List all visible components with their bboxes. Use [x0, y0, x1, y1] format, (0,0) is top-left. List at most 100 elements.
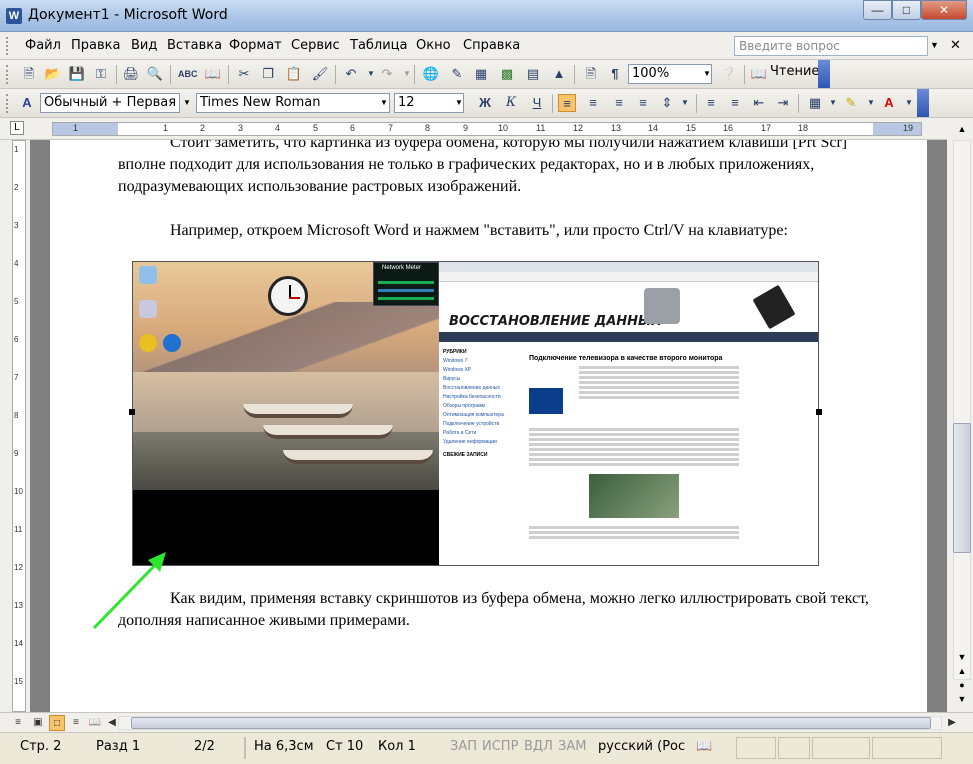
horizontal-ruler[interactable]: 1 1 2 3 4 5 6 7 8 9 10 11 12 13 14 15 16…: [52, 122, 922, 136]
document-map-icon[interactable]: 🖹: [582, 65, 600, 83]
spelling-status-icon[interactable]: 📖: [696, 739, 712, 754]
cut-icon[interactable]: ✂: [235, 65, 253, 83]
toolbar-options-icon[interactable]: [917, 89, 929, 117]
scroll-track[interactable]: [953, 140, 971, 680]
status-section[interactable]: Разд 1: [96, 739, 140, 754]
numbering-icon[interactable]: ≡: [702, 94, 720, 112]
scroll-down-icon[interactable]: ▼: [955, 650, 969, 664]
bold-button[interactable]: Ж: [476, 94, 494, 112]
show-formatting-icon[interactable]: ¶: [606, 65, 624, 83]
status-ovr[interactable]: ЗАМ: [558, 739, 586, 754]
paragraph-1[interactable]: Стоит заметить, что картинка из буфера о…: [118, 140, 868, 198]
resize-handle[interactable]: [816, 409, 822, 415]
save-icon[interactable]: 💾: [68, 65, 86, 83]
bullets-icon[interactable]: ≡: [726, 94, 744, 112]
help-search-input[interactable]: Введите вопрос: [734, 36, 928, 56]
status-pages[interactable]: 2/2: [194, 739, 215, 754]
toolbar-grip[interactable]: [6, 94, 9, 113]
word-app-icon[interactable]: W: [6, 8, 22, 24]
document-page[interactable]: Стоит заметить, что картинка из буфера о…: [50, 140, 927, 712]
close-button[interactable]: ✕: [921, 0, 967, 20]
style-dropdown-icon[interactable]: ▼: [180, 93, 194, 113]
help-dropdown-icon[interactable]: ▼: [930, 40, 939, 50]
menu-table[interactable]: Таблица: [350, 38, 408, 53]
status-trk[interactable]: ИСПР: [482, 739, 518, 754]
style-select[interactable]: Обычный + Первая ст: [40, 93, 180, 113]
font-color-dropdown-icon[interactable]: ▼: [900, 94, 918, 112]
menu-tools[interactable]: Сервис: [291, 38, 340, 53]
status-page[interactable]: Стр. 2: [20, 739, 61, 754]
format-painter-icon[interactable]: 🖌: [311, 65, 329, 83]
vertical-scrollbar[interactable]: ▲ ▼ ▲ ● ▼: [947, 118, 973, 712]
reading-mode-button[interactable]: Чтение: [770, 64, 819, 79]
horizontal-scroll-thumb[interactable]: [131, 717, 931, 729]
web-layout-icon[interactable]: ▣: [30, 715, 46, 731]
menu-file[interactable]: Файл: [25, 38, 61, 53]
document-close-icon[interactable]: ✕: [950, 37, 961, 53]
spelling-icon[interactable]: ABC: [178, 65, 198, 83]
underline-button[interactable]: Ч: [528, 94, 546, 112]
minimize-button[interactable]: —: [863, 0, 892, 20]
browse-object-icon[interactable]: ●: [955, 678, 969, 692]
align-center-icon[interactable]: ≡: [584, 94, 602, 112]
scroll-up-icon[interactable]: ▲: [955, 122, 969, 136]
redo-icon[interactable]: ↷: [378, 65, 396, 83]
reading-layout-icon[interactable]: 📖: [750, 65, 768, 83]
status-rec[interactable]: ЗАП: [450, 739, 477, 754]
borders-dropdown-icon[interactable]: ▼: [824, 94, 842, 112]
paragraph-3[interactable]: Как видим, применяя вставку скриншотов и…: [118, 588, 878, 632]
tables-borders-icon[interactable]: ✎: [448, 65, 466, 83]
maximize-button[interactable]: □: [892, 0, 921, 20]
line-spacing-dropdown-icon[interactable]: ▼: [676, 94, 694, 112]
status-ext[interactable]: ВДЛ: [524, 739, 553, 754]
research-icon[interactable]: 📖: [204, 65, 222, 83]
next-page-icon[interactable]: ▼: [955, 692, 969, 706]
normal-view-icon[interactable]: ≡: [10, 715, 26, 731]
help-icon[interactable]: ❔: [720, 65, 738, 83]
status-column[interactable]: Кол 1: [378, 739, 416, 754]
menu-window[interactable]: Окно: [416, 38, 451, 53]
print-preview-icon[interactable]: 🔍: [146, 65, 164, 83]
menu-help[interactable]: Справка: [463, 38, 520, 53]
line-spacing-icon[interactable]: ⇕: [658, 94, 676, 112]
scroll-thumb[interactable]: [953, 423, 971, 553]
previous-page-icon[interactable]: ▲: [955, 664, 969, 678]
drawing-icon[interactable]: ▲: [550, 65, 568, 83]
status-position[interactable]: На 6,3см: [254, 739, 314, 754]
increase-indent-icon[interactable]: ⇥: [774, 94, 792, 112]
tab-selector-button[interactable]: L: [10, 121, 24, 135]
borders-icon[interactable]: ▦: [806, 94, 824, 112]
menu-edit[interactable]: Правка: [71, 38, 120, 53]
permission-icon[interactable]: ⚿: [92, 65, 110, 83]
font-select[interactable]: Times New Roman: [196, 93, 390, 113]
columns-icon[interactable]: ▤: [524, 65, 542, 83]
horizontal-scrollbar[interactable]: [118, 716, 942, 730]
menu-view[interactable]: Вид: [131, 38, 157, 53]
paste-icon[interactable]: 📋: [285, 65, 303, 83]
menu-format[interactable]: Формат: [229, 38, 282, 53]
insert-table-icon[interactable]: ▦: [472, 65, 490, 83]
status-line[interactable]: Ст 10: [326, 739, 363, 754]
new-document-icon[interactable]: 🗎: [20, 65, 38, 83]
print-icon[interactable]: 🖨: [122, 65, 140, 83]
highlight-dropdown-icon[interactable]: ▼: [862, 94, 880, 112]
align-right-icon[interactable]: ≡: [610, 94, 628, 112]
justify-icon[interactable]: ≡: [634, 94, 652, 112]
open-folder-icon[interactable]: 📂: [44, 65, 62, 83]
italic-button[interactable]: К: [502, 94, 520, 112]
paragraph-2[interactable]: Например, откроем Microsoft Word и нажме…: [118, 220, 878, 242]
menu-grip[interactable]: [6, 37, 9, 55]
hyperlink-icon[interactable]: 🌐: [422, 65, 440, 83]
toolbar-options-icon[interactable]: [818, 60, 830, 88]
reading-view-icon[interactable]: 📖: [87, 715, 103, 731]
font-dropdown-icon[interactable]: ▼: [377, 93, 391, 113]
decrease-indent-icon[interactable]: ⇤: [750, 94, 768, 112]
highlight-icon[interactable]: ✎: [842, 94, 860, 112]
insert-excel-icon[interactable]: ▩: [498, 65, 516, 83]
resize-handle[interactable]: [129, 409, 135, 415]
font-size-dropdown-icon[interactable]: ▼: [452, 93, 466, 113]
toolbar-grip[interactable]: [6, 65, 9, 84]
align-left-icon[interactable]: ≡: [558, 94, 576, 112]
status-language[interactable]: русский (Рос: [598, 739, 685, 754]
print-layout-icon[interactable]: □: [49, 715, 65, 731]
